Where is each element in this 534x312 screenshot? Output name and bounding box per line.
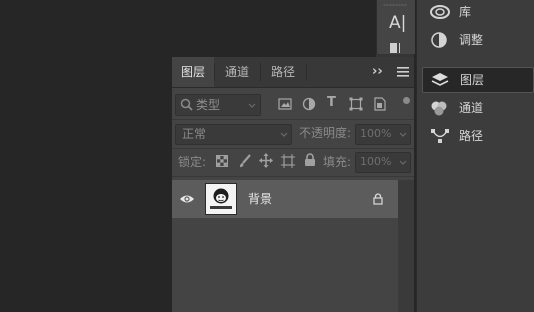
dock-item-label: 调整 <box>459 33 484 47</box>
panel-dock: 库 调整 图层 通道 路径 <box>416 0 534 312</box>
paths-icon <box>430 128 449 144</box>
tab-paths[interactable]: 路径 <box>261 57 305 87</box>
search-icon <box>180 98 194 112</box>
lock-label: 锁定: <box>178 155 207 169</box>
panel-tab-bar: 图层 通道 路径 ›› <box>172 57 414 88</box>
blend-mode-select[interactable]: 正常 <box>175 124 292 145</box>
layers-icon <box>431 72 449 88</box>
chevron-down-icon <box>399 132 407 138</box>
paragraph-tool-icon[interactable] <box>390 42 404 54</box>
dock-item-adjustments[interactable]: 调整 <box>422 28 532 52</box>
divider <box>172 176 414 177</box>
layers-panel: 图层 通道 路径 ›› 类型 T 正常 不透明度: 100% 锁定: 填充: 1… <box>172 57 414 312</box>
fill-label: 填充: <box>323 155 352 169</box>
dock-item-channels[interactable]: 通道 <box>422 96 532 120</box>
adjustment-filter-icon[interactable] <box>302 97 316 111</box>
character-paragraph-strip: A| <box>376 0 415 54</box>
fill-input[interactable]: 100% <box>355 152 411 173</box>
type-filter-icon[interactable]: T <box>327 96 336 110</box>
opacity-value: 100% <box>360 127 392 140</box>
chevron-down-icon <box>280 132 288 138</box>
tab-layers[interactable]: 图层 <box>172 57 214 87</box>
tab-separator <box>306 63 307 81</box>
tab-channels[interactable]: 通道 <box>215 57 259 87</box>
lock-transparent-icon[interactable] <box>216 155 228 167</box>
smartobject-filter-icon[interactable] <box>374 97 386 111</box>
opacity-input[interactable]: 100% <box>355 124 411 145</box>
lock-image-icon[interactable] <box>238 154 252 168</box>
blend-mode-value: 正常 <box>182 127 207 141</box>
dock-item-label: 路径 <box>459 129 484 143</box>
lock-position-icon[interactable] <box>259 153 273 168</box>
layer-filter-value: 类型 <box>196 98 221 112</box>
adjustments-icon <box>430 32 448 48</box>
layer-filter-select[interactable]: 类型 <box>175 94 261 116</box>
collapse-panel-icon[interactable]: ›› <box>372 64 386 80</box>
chevron-down-icon <box>399 160 407 166</box>
panel-menu-icon[interactable] <box>397 67 409 77</box>
thumbnail-sticker-image <box>210 188 232 209</box>
opacity-label: 不透明度: <box>299 126 352 140</box>
channels-icon <box>430 100 448 116</box>
layer-name[interactable]: 背景 <box>248 191 272 207</box>
layer-list-scrollbar[interactable] <box>398 180 414 312</box>
text-tool-icon[interactable]: A| <box>389 12 409 34</box>
cc-library-icon <box>430 4 450 20</box>
dock-item-label: 库 <box>459 5 472 19</box>
dock-item-paths[interactable]: 路径 <box>422 124 532 148</box>
dock-item-layers[interactable]: 图层 <box>422 67 534 93</box>
divider <box>172 119 414 120</box>
filter-toggle-dot[interactable] <box>403 97 410 104</box>
divider <box>172 148 414 149</box>
layer-thumbnail[interactable] <box>205 183 237 215</box>
chevron-down-icon <box>248 103 256 109</box>
lock-all-icon[interactable] <box>304 153 316 167</box>
visibility-eye-icon[interactable] <box>179 193 195 205</box>
fill-value: 100% <box>360 155 392 168</box>
lock-artboard-icon[interactable] <box>281 154 295 168</box>
grip-dots-icon[interactable] <box>383 4 407 6</box>
image-filter-icon[interactable] <box>278 98 292 110</box>
dock-item-library[interactable]: 库 <box>422 0 532 24</box>
dock-item-label: 图层 <box>460 73 485 87</box>
shape-filter-icon[interactable] <box>349 97 363 111</box>
dock-item-label: 通道 <box>459 101 484 115</box>
layer-lock-icon[interactable] <box>373 193 383 205</box>
layer-row-background[interactable]: 背景 <box>172 180 398 218</box>
